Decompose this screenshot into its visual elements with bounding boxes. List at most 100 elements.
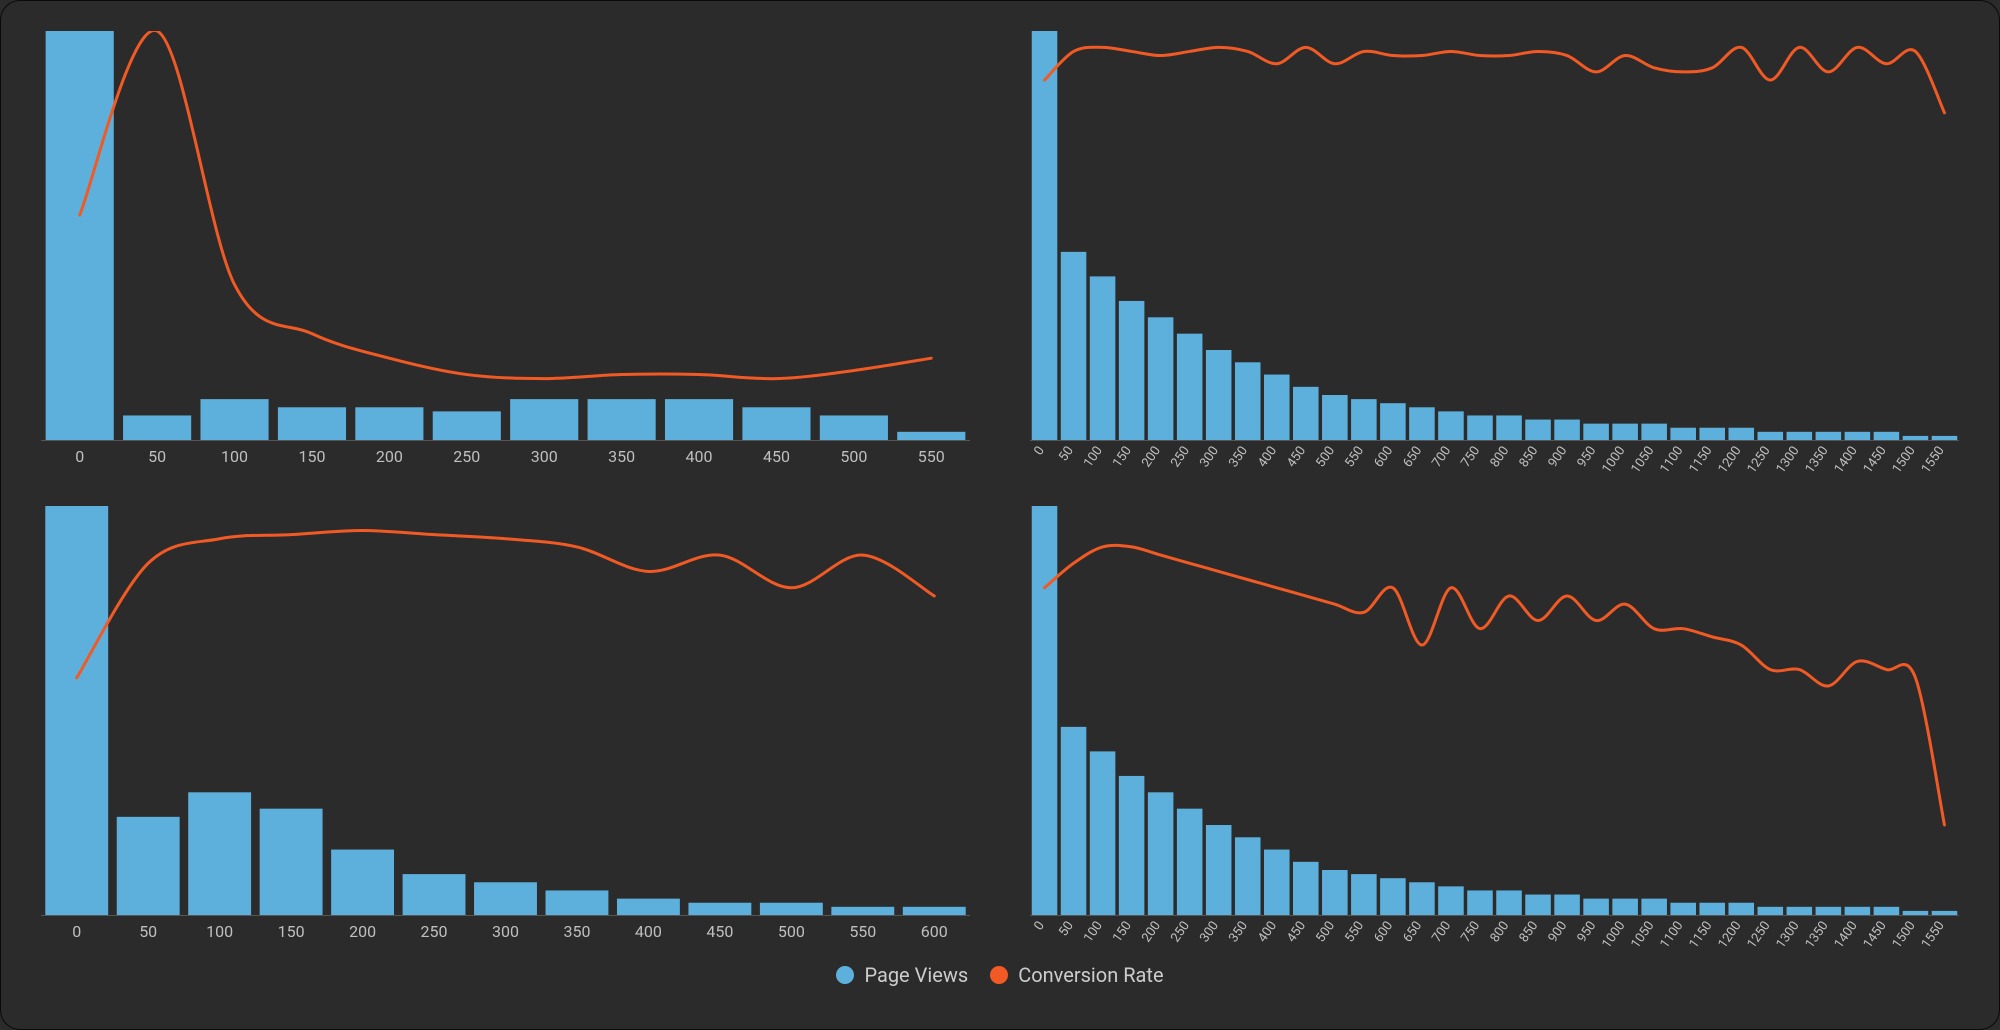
x-tick-label: 400 — [1255, 444, 1280, 471]
x-tick-label: 250 — [1168, 919, 1193, 946]
legend-item-line: Conversion Rate — [990, 963, 1163, 987]
chart-top-left: 050100150200250300350400450500550 — [31, 31, 980, 476]
x-tick-label: 150 — [298, 447, 325, 466]
x-tick-label: 800 — [1487, 919, 1512, 946]
x-tick-label: 650 — [1400, 919, 1425, 946]
x-tick-label: 950 — [1575, 919, 1600, 946]
x-tick-label: 100 — [221, 447, 248, 466]
x-tick-label: 500 — [778, 922, 805, 941]
bar — [1728, 903, 1754, 915]
bar — [510, 399, 578, 440]
bar — [1409, 882, 1435, 915]
x-tick-label: 850 — [1516, 919, 1541, 946]
bar — [1496, 890, 1522, 915]
x-tick-label: 400 — [635, 922, 662, 941]
bar — [1758, 432, 1784, 440]
bar — [1206, 350, 1232, 440]
bar — [1438, 411, 1464, 440]
bar — [1119, 301, 1145, 440]
x-tick-label: 500 — [1313, 919, 1338, 946]
x-tick-label: 250 — [453, 447, 480, 466]
chart-bottom-right: 0501001502002503003504004505005506006507… — [1020, 506, 1969, 951]
x-tick-label: 150 — [1110, 444, 1135, 471]
x-tick-label: 550 — [1342, 444, 1367, 471]
bar — [1322, 870, 1348, 915]
bar — [1699, 903, 1725, 915]
x-tick-label: 650 — [1400, 444, 1425, 471]
x-tick-label: 1550 — [1919, 919, 1948, 951]
x-tick-label: 1000 — [1599, 444, 1628, 476]
bar — [1641, 424, 1667, 440]
x-tick-label: 350 — [608, 447, 635, 466]
bar — [1032, 31, 1058, 440]
bar — [1235, 837, 1261, 915]
x-tick-label: 50 — [1056, 444, 1077, 465]
legend-label-bars: Page Views — [864, 963, 968, 987]
bar — [123, 415, 191, 440]
bar — [117, 817, 180, 915]
x-tick-label: 750 — [1458, 444, 1483, 471]
bar — [1090, 276, 1116, 440]
bar — [1728, 428, 1754, 440]
bar — [1845, 907, 1871, 915]
bar — [1670, 428, 1696, 440]
bar — [820, 415, 888, 440]
x-tick-label: 700 — [1429, 919, 1454, 946]
bar — [742, 407, 810, 440]
bar — [1032, 506, 1058, 915]
legend: Page Views Conversion Rate — [31, 963, 1969, 987]
x-tick-label: 300 — [531, 447, 558, 466]
bar — [1932, 436, 1958, 440]
bar — [1554, 895, 1580, 915]
x-tick-label: 1250 — [1745, 919, 1774, 951]
x-tick-label: 550 — [1342, 919, 1367, 946]
x-tick-label: 1100 — [1657, 444, 1686, 476]
bar — [1380, 878, 1406, 915]
bar — [1177, 809, 1203, 915]
bar — [1874, 432, 1900, 440]
x-tick-label: 700 — [1429, 444, 1454, 471]
bar — [1409, 407, 1435, 440]
bar — [903, 907, 966, 915]
x-tick-label: 150 — [1110, 919, 1135, 946]
x-tick-label: 900 — [1545, 919, 1570, 946]
bar — [1061, 252, 1087, 440]
x-tick-label: 450 — [706, 922, 733, 941]
x-tick-label: 50 — [148, 447, 166, 466]
bar — [1612, 899, 1638, 915]
chart-top-right: 0501001502002503003504004505005506006507… — [1020, 31, 1969, 476]
x-tick-label: 250 — [421, 922, 448, 941]
bar — [1148, 792, 1174, 915]
x-tick-label: 1000 — [1599, 919, 1628, 951]
legend-item-bars: Page Views — [836, 963, 968, 987]
bar — [1380, 403, 1406, 440]
bar — [1438, 886, 1464, 915]
x-tick-label: 600 — [921, 922, 948, 941]
x-tick-label: 600 — [1371, 919, 1396, 946]
bar — [1351, 399, 1377, 440]
bar — [1816, 907, 1842, 915]
x-tick-label: 200 — [1139, 444, 1164, 471]
bar — [1816, 432, 1842, 440]
chart-bottom-left: 050100150200250300350400450500550600 — [31, 506, 980, 951]
bar — [1670, 903, 1696, 915]
x-tick-label: 1350 — [1803, 444, 1832, 476]
bar — [278, 407, 346, 440]
x-tick-label: 1100 — [1657, 919, 1686, 951]
charts-grid: 050100150200250300350400450500550 050100… — [31, 31, 1969, 951]
bar — [1351, 874, 1377, 915]
x-tick-label: 1500 — [1890, 919, 1919, 951]
x-tick-label: 350 — [1226, 919, 1251, 946]
bar — [1525, 420, 1551, 440]
bar — [1525, 895, 1551, 915]
bar — [588, 399, 656, 440]
x-tick-label: 450 — [1284, 444, 1309, 471]
x-tick-label: 200 — [1139, 919, 1164, 946]
bar — [1845, 432, 1871, 440]
x-tick-label: 250 — [1168, 444, 1193, 471]
x-tick-label: 550 — [918, 447, 945, 466]
x-tick-label: 400 — [686, 447, 713, 466]
bar — [1583, 424, 1609, 440]
x-tick-label: 0 — [1031, 919, 1047, 934]
bar — [1612, 424, 1638, 440]
